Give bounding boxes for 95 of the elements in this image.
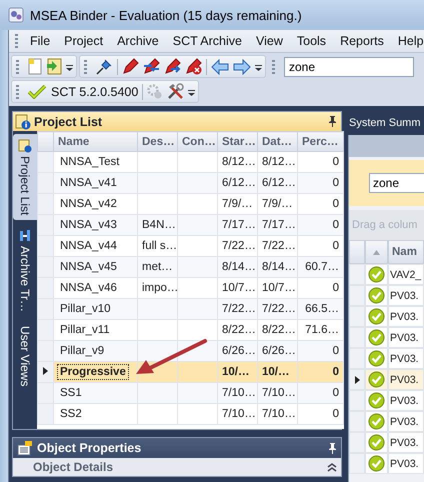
- table-row[interactable]: NNSA_Test 8/12… 8/12… 0: [38, 152, 344, 172]
- menu-item[interactable]: Tools: [290, 34, 334, 48]
- pin-icon[interactable]: [328, 442, 337, 454]
- pencil-icon[interactable]: [164, 58, 181, 75]
- new-document-icon[interactable]: [28, 58, 42, 75]
- table-row[interactable]: PV03.: [349, 348, 424, 369]
- check-circle-icon: [368, 455, 385, 472]
- menu-item[interactable]: SCT Archive: [166, 34, 249, 48]
- section-title: Object Details: [33, 460, 114, 474]
- table-cell: PV03.: [388, 369, 424, 390]
- table-cell: PV03.: [388, 411, 424, 432]
- table-row[interactable]: NNSA_v41 6/12… 6/12… 0: [38, 172, 344, 194]
- side-tab[interactable]: User Views: [13, 321, 37, 392]
- table-cell: PV03.: [388, 453, 424, 474]
- column-header[interactable]: Con…: [178, 132, 218, 152]
- pencil-icon[interactable]: [185, 58, 202, 75]
- sort-ascending-icon[interactable]: [373, 250, 380, 254]
- menu-item[interactable]: File: [23, 34, 58, 48]
- menu-item[interactable]: Reports: [333, 34, 391, 48]
- table-row[interactable]: Pillar_v10 7/22… 7/22… 66.5…: [38, 298, 344, 320]
- collapse-chevron-icon[interactable]: [327, 462, 337, 472]
- pencil-icon[interactable]: [122, 58, 139, 75]
- project-info-icon: [18, 139, 32, 153]
- table-row[interactable]: PV03.: [349, 411, 424, 432]
- check-circle-icon: [368, 371, 385, 388]
- tools-icon[interactable]: [167, 83, 184, 100]
- group-by-hint: Drag a colum: [352, 219, 418, 231]
- window-title: MSEA Binder - Evaluation (15 days remaining.): [30, 8, 302, 22]
- menu-item[interactable]: Archive: [110, 34, 166, 48]
- version-button[interactable]: SCT 5.2.0.5400: [28, 84, 138, 98]
- filter-field[interactable]: zone: [369, 173, 424, 193]
- table-row[interactable]: NNSA_v44 full s… 7/22… 7/22… 0: [38, 236, 344, 256]
- table-row[interactable]: NNSA_v42 7/9/… 7/9/… 0: [38, 194, 344, 214]
- table-row[interactable]: PV03.: [349, 306, 424, 327]
- table-cell: PV03.: [388, 432, 424, 453]
- table-row[interactable]: PV03.: [349, 390, 424, 411]
- row-indicator[interactable]: [38, 362, 54, 382]
- search-field[interactable]: zone: [284, 56, 414, 76]
- check-circle-icon: [368, 266, 385, 283]
- table-row[interactable]: Pillar_v9 6/26… 6/26… 0: [38, 340, 344, 362]
- table-cell: VAV2_: [388, 264, 424, 285]
- table-cell: PV03.: [388, 348, 424, 369]
- table-row[interactable]: SS1 7/10… 7/10… 0: [38, 382, 344, 404]
- overflow-chevron-icon[interactable]: [66, 62, 73, 70]
- table-row[interactable]: PV03.: [349, 453, 424, 474]
- pin-icon[interactable]: [328, 116, 337, 127]
- table-cell: PV03.: [388, 390, 424, 411]
- side-tab[interactable]: Archive Tr…: [13, 224, 37, 318]
- pencil-icon[interactable]: [143, 58, 160, 75]
- table-row[interactable]: PV03.: [349, 432, 424, 453]
- row-pointer-icon: [354, 376, 360, 384]
- panel-title: Object Properties: [37, 441, 142, 455]
- back-arrow-icon[interactable]: [211, 58, 229, 74]
- properties-icon: [17, 440, 33, 456]
- column-header[interactable]: Star…: [218, 132, 258, 152]
- check-circle-icon: [368, 392, 385, 409]
- header-cell: [38, 132, 54, 152]
- check-circle-icon: [368, 308, 385, 325]
- table-cell: PV03.: [388, 327, 424, 348]
- check-circle-icon: [368, 287, 385, 304]
- overflow-chevron-icon[interactable]: [255, 62, 262, 70]
- column-header[interactable]: Dat…: [258, 132, 298, 152]
- table-row[interactable]: NNSA_v45 met… 8/14… 8/14… 60.7…: [38, 256, 344, 278]
- table-row[interactable]: NNSA_v46 impo… 10/7… 10/7… 0: [38, 278, 344, 298]
- table-cell: PV03.: [388, 285, 424, 306]
- table-row[interactable]: SS2 7/10… 7/10… 0: [38, 404, 344, 424]
- menu-item[interactable]: Project: [57, 34, 110, 48]
- row-pointer-icon: [43, 367, 48, 375]
- menu-item[interactable]: Help: [390, 34, 424, 48]
- column-header[interactable]: Name: [54, 132, 138, 152]
- table-cell: Progressive: [54, 362, 138, 382]
- table-row[interactable]: NNSA_v43 B4N… 7/17… 7/17… 0: [38, 214, 344, 236]
- overflow-chevron-icon[interactable]: [188, 88, 196, 96]
- check-circle-icon: [368, 434, 385, 451]
- side-tab[interactable]: Project List: [13, 134, 37, 220]
- table-row[interactable]: PV03.: [349, 285, 424, 306]
- panel-title: Project List: [34, 114, 104, 128]
- table-row[interactable]: PV03.: [349, 327, 424, 348]
- table-row[interactable]: Pillar_v11 8/22… 8/22… 71.6…: [38, 320, 344, 340]
- column-header[interactable]: Des…: [138, 132, 178, 152]
- table-row[interactable]: VAV2_: [349, 264, 424, 285]
- table-row[interactable]: PV03.: [349, 369, 424, 390]
- pushpin-icon[interactable]: [96, 58, 113, 75]
- table-row[interactable]: Progressive 10/… 10/… 0: [38, 362, 344, 382]
- document-tab[interactable]: System Summ: [348, 111, 424, 135]
- forward-arrow-icon[interactable]: [233, 58, 251, 74]
- project-info-icon: [15, 114, 31, 130]
- check-circle-icon: [368, 413, 385, 430]
- menu-item[interactable]: View: [249, 34, 290, 48]
- table-cell: PV03.: [388, 306, 424, 327]
- check-circle-icon: [368, 329, 385, 346]
- check-circle-icon: [368, 350, 385, 367]
- checkmark-icon: [28, 84, 46, 98]
- row-indicator[interactable]: [349, 369, 365, 390]
- column-header[interactable]: Perc…: [298, 132, 344, 152]
